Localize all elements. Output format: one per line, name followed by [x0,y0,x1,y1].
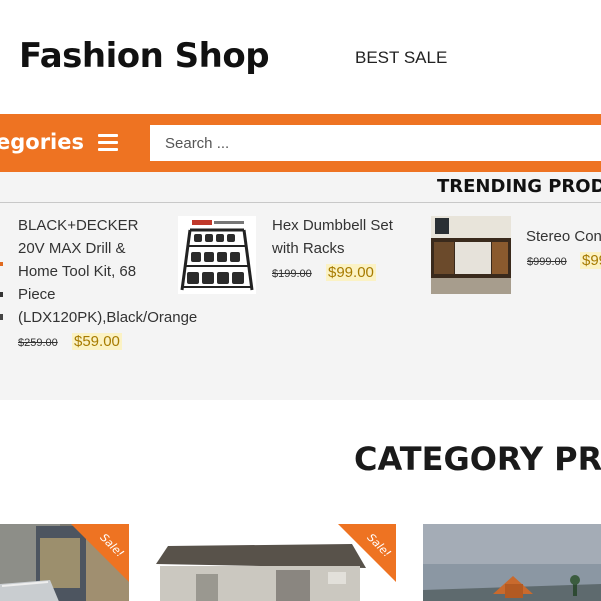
product-sale-price: $99 [580,252,601,269]
product-name[interactable]: BLACK+DECKER 20V MAX Drill & Home Tool K… [18,214,198,329]
search-input[interactable] [150,125,601,161]
hamburger-menu-icon[interactable] [98,134,118,152]
sale-ribbon: Sale! [338,524,396,582]
trending-divider [0,202,601,203]
product-old-price: $259.00 [18,337,58,349]
product-name[interactable]: Hex Dumbbell Set with Racks [272,214,412,260]
product-name[interactable]: Stereo Cons [526,225,601,248]
product-thumbnail[interactable] [178,216,256,294]
sale-ribbon: Sale! [71,524,129,582]
category-product-card[interactable]: Sale! [0,524,129,601]
site-title[interactable]: Fashion Shop [19,36,270,76]
product-sale-price: $59.00 [72,333,122,350]
trending-products-title: TRENDING PRODU [437,176,601,197]
categories-label[interactable]: egories [0,130,84,154]
product-thumbnail[interactable] [431,216,511,294]
category-product-card[interactable] [423,524,601,601]
product-old-price: $199.00 [272,268,312,280]
product-sale-price: $99.00 [326,264,376,281]
search-box [150,125,601,161]
product-old-price: $999.00 [527,256,567,268]
category-product-card[interactable]: Sale! [156,524,396,601]
product-thumbnail[interactable] [0,252,4,332]
category-products-title: CATEGORY PRO [354,440,601,478]
nav-best-sale-link[interactable]: BEST SALE [355,48,447,68]
